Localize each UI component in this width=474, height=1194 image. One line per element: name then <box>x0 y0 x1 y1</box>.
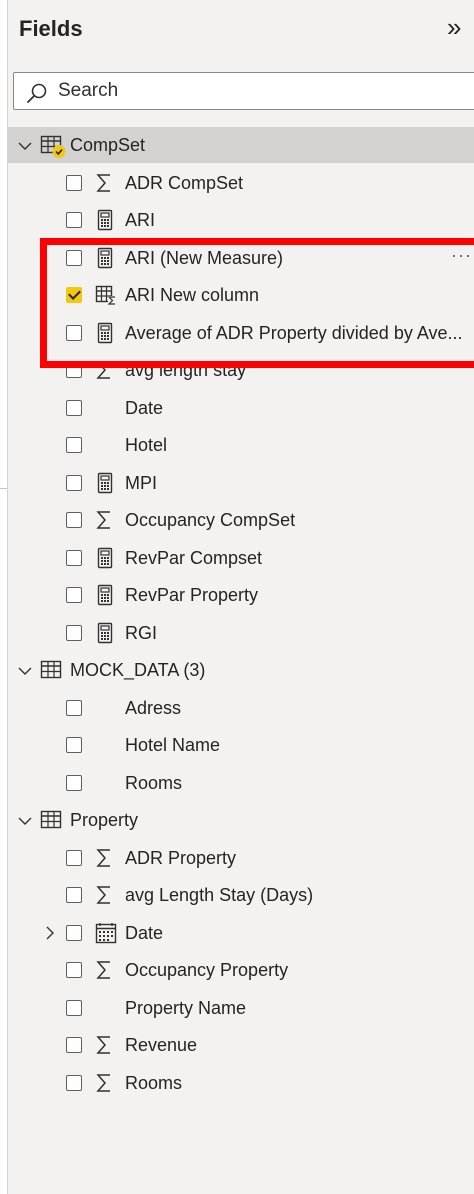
field-label: avg Length Stay (Days) <box>125 885 314 905</box>
field-label: ADR CompSet <box>125 172 244 193</box>
field-label: Revenue <box>125 1035 198 1055</box>
field-row[interactable]: ADR CompSet <box>0 165 474 201</box>
field-label: Occupancy Property <box>125 960 289 980</box>
calculator-icon <box>95 209 115 231</box>
field-checkbox[interactable] <box>66 737 82 753</box>
field-row[interactable]: ADR Property <box>0 840 474 876</box>
field-label: ARI <box>125 210 156 230</box>
table-name: Property <box>70 810 139 830</box>
field-row[interactable]: avg Length Stay (Days) <box>0 877 474 913</box>
field-label: Occupancy CompSet <box>125 510 296 530</box>
field-row[interactable]: Adress <box>0 690 474 726</box>
field-label: Hotel Name <box>125 735 221 755</box>
field-label: MPI <box>125 472 158 493</box>
field-checkbox[interactable] <box>66 437 82 453</box>
sigma-icon <box>95 1072 115 1094</box>
field-row[interactable]: Occupancy Property <box>0 952 474 988</box>
field-checkbox[interactable] <box>66 624 82 641</box>
field-label: RGI <box>125 622 158 643</box>
sigma-icon <box>95 509 115 531</box>
field-label: Date <box>125 397 164 418</box>
field-row[interactable]: Date <box>0 390 474 426</box>
table-name: MOCK_DATA (3) <box>70 660 206 680</box>
field-checkbox[interactable] <box>66 924 82 941</box>
sigma-icon <box>95 172 115 194</box>
field-row[interactable]: MPI <box>0 465 474 501</box>
sigma-icon <box>95 959 115 981</box>
field-label: RevPar Compset <box>125 547 263 568</box>
calculator-icon <box>95 547 115 569</box>
calendar-icon <box>95 922 117 944</box>
field-checkbox[interactable] <box>66 999 82 1016</box>
field-checkbox[interactable] <box>66 774 82 791</box>
field-label: ADR Property <box>125 847 237 868</box>
field-label: Rooms <box>125 1072 183 1093</box>
calculator-icon <box>95 584 115 606</box>
field-row[interactable]: Hotel Name <box>0 727 474 763</box>
chevron-right-icon[interactable] <box>43 926 57 940</box>
field-row[interactable]: RevPar Property <box>0 577 474 613</box>
field-checkbox[interactable] <box>66 962 82 978</box>
table-warning-icon <box>40 135 66 158</box>
collapse-pane-icon[interactable]: » <box>447 14 461 40</box>
field-label: Date <box>125 922 164 943</box>
search-box[interactable] <box>13 72 474 110</box>
field-checkbox[interactable] <box>66 474 82 491</box>
search-input[interactable] <box>58 79 458 103</box>
field-label: Hotel <box>125 435 168 455</box>
field-row[interactable]: ARI <box>0 202 474 238</box>
field-row[interactable]: RGI <box>0 615 474 651</box>
field-label: Property Name <box>125 997 247 1018</box>
field-checkbox[interactable] <box>66 849 82 866</box>
chevron-down-icon[interactable] <box>18 664 32 678</box>
search-icon <box>27 83 47 103</box>
field-row[interactable]: Rooms <box>0 765 474 801</box>
calculator-icon <box>95 472 115 494</box>
field-row[interactable]: Hotel <box>0 427 474 463</box>
field-row[interactable]: Occupancy CompSet <box>0 502 474 538</box>
field-checkbox[interactable] <box>66 699 82 716</box>
field-checkbox[interactable] <box>66 1074 82 1091</box>
field-row[interactable]: Date <box>0 915 474 951</box>
field-row[interactable]: Rooms <box>0 1065 474 1101</box>
table-row[interactable]: MOCK_DATA (3) <box>0 652 474 688</box>
field-checkbox[interactable] <box>66 587 82 603</box>
field-row[interactable]: Property Name <box>0 990 474 1026</box>
sigma-icon <box>95 847 115 869</box>
field-checkbox[interactable] <box>66 512 82 528</box>
table-icon <box>40 810 66 832</box>
chevron-down-icon[interactable] <box>18 814 32 828</box>
table-name: CompSet <box>70 135 146 155</box>
chevron-down-icon[interactable] <box>18 139 32 153</box>
sigma-icon <box>95 884 115 906</box>
field-checkbox[interactable] <box>66 887 82 903</box>
calculator-icon <box>95 622 115 644</box>
sigma-icon <box>95 1034 115 1056</box>
annotation-highlight-box <box>40 238 474 368</box>
field-checkbox[interactable] <box>66 549 82 566</box>
table-row[interactable]: Property <box>0 802 474 838</box>
field-label: RevPar Property <box>125 585 259 605</box>
field-label: Rooms <box>125 772 183 793</box>
pane-title: Fields <box>19 16 83 41</box>
field-row[interactable]: Revenue <box>0 1027 474 1063</box>
field-checkbox[interactable] <box>66 399 82 416</box>
field-checkbox[interactable] <box>66 212 82 228</box>
table-icon <box>40 660 66 682</box>
field-label: Adress <box>125 697 182 718</box>
field-checkbox[interactable] <box>66 174 82 191</box>
field-checkbox[interactable] <box>66 1037 82 1053</box>
field-row[interactable]: RevPar Compset <box>0 540 474 576</box>
table-row[interactable]: CompSet <box>8 127 474 163</box>
